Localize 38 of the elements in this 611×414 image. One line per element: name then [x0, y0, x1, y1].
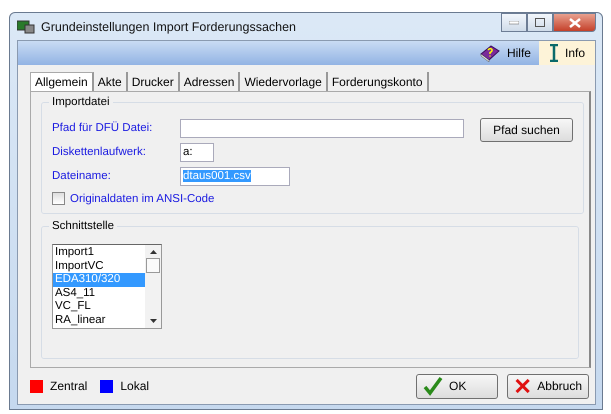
- list-item[interactable]: AS4_11: [53, 286, 145, 300]
- group-title: Importdatei: [51, 96, 111, 108]
- field-label: Dateiname:: [52, 170, 112, 182]
- input-field[interactable]: a:: [180, 142, 214, 162]
- legend-label: Zentral: [50, 379, 88, 393]
- minimize-icon: [509, 20, 519, 24]
- ok-button[interactable]: OK: [416, 374, 498, 398]
- list-item[interactable]: RA_linear: [53, 314, 145, 327]
- scroll-up-icon: [150, 250, 156, 254]
- book-icon: [478, 44, 501, 62]
- cancel-button[interactable]: Abbruch: [507, 374, 589, 398]
- close-button[interactable]: [553, 13, 596, 32]
- scroll-thumb[interactable]: [146, 258, 160, 273]
- list-item[interactable]: Import1: [53, 246, 145, 260]
- browse-button[interactable]: Pfad suchen: [480, 118, 573, 142]
- field-label: Diskettenlaufwerk:: [52, 146, 147, 158]
- checkbox[interactable]: [52, 192, 65, 205]
- checkmark-icon: [423, 376, 443, 396]
- computer-icon: [17, 20, 35, 34]
- maximize-button[interactable]: [527, 13, 553, 32]
- group-title: Schnittstelle: [51, 220, 116, 232]
- close-icon: [568, 18, 580, 28]
- info-button[interactable]: Info: [538, 41, 595, 65]
- cursor-icon: [548, 44, 559, 62]
- list-item[interactable]: VC_FL: [53, 300, 145, 314]
- help-button[interactable]: Hilfe: [470, 41, 539, 65]
- maximize-icon: [535, 18, 545, 27]
- checkbox-label: Originaldaten im ANSI-Code: [70, 192, 214, 204]
- tab[interactable]: Allgemein: [30, 72, 94, 91]
- window-title: Grundeinstellungen Import Forderungssachen: [41, 20, 296, 34]
- list-item[interactable]: ImportVC: [53, 260, 145, 273]
- field-label: Pfad für DFÜ Datei:: [52, 122, 154, 134]
- scroll-down-icon: [150, 319, 156, 323]
- minimize-button[interactable]: [501, 13, 527, 32]
- scrollbar[interactable]: [145, 245, 161, 328]
- input-field[interactable]: [180, 118, 464, 138]
- legend-label: Lokal: [120, 379, 150, 393]
- cross-icon: [514, 376, 532, 396]
